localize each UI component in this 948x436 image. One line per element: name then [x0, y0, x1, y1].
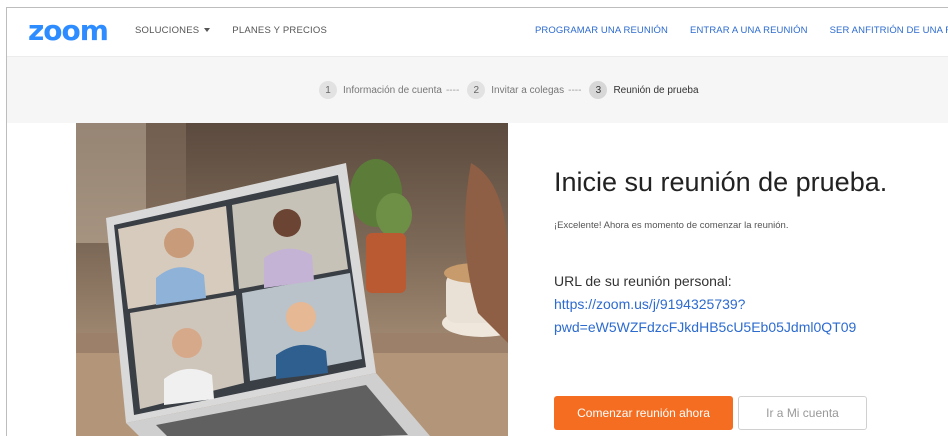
nav-solutions-label: SOLUCIONES: [135, 25, 200, 36]
step-separator: ----: [445, 84, 460, 96]
page-title: Inicie su reunión de prueba.: [554, 167, 888, 197]
browser-viewport: zoom SOLUCIONES PLANES Y PRECIOS PROGRAM…: [6, 7, 948, 436]
personal-meeting-url-label: URL de su reunión personal:: [554, 273, 732, 289]
laptop-illustration: [76, 123, 508, 436]
step-label: Información de cuenta: [343, 84, 442, 96]
chevron-down-icon: [204, 28, 211, 33]
zoom-logo[interactable]: zoom: [28, 15, 109, 47]
start-meeting-now-button[interactable]: Comenzar reunión ahora: [554, 396, 733, 430]
nav-solutions[interactable]: SOLUCIONES: [135, 25, 211, 36]
nav-plans-pricing[interactable]: PLANES Y PRECIOS: [232, 25, 327, 36]
hero-laptop-video-call-image: [76, 123, 508, 436]
signup-stepper: 1 Información de cuenta ---- 2 Invitar a…: [319, 81, 699, 99]
personal-meeting-url-link-line-1[interactable]: https://zoom.us/j/9194325739?: [554, 296, 745, 312]
secondary-nav: PROGRAMAR UNA REUNIÓN ENTRAR A UNA REUNI…: [535, 25, 948, 36]
step-label: Invitar a colegas: [491, 84, 565, 96]
nav-host-meeting[interactable]: SER ANFITRIÓN DE UNA REUNIÓN: [830, 25, 948, 36]
go-to-my-account-button[interactable]: Ir a Mi cuenta: [738, 396, 867, 430]
step-account-info: 1 Información de cuenta ----: [319, 81, 467, 99]
step-test-meeting: 3 Reunión de prueba: [589, 81, 699, 99]
personal-meeting-url-link-line-2[interactable]: pwd=eW5WZFdzcFJkdHB5cU5Eb05Jdml0QT09: [554, 319, 856, 335]
step-number: 1: [319, 81, 337, 99]
step-invite-colleagues: 2 Invitar a colegas ----: [467, 81, 589, 99]
step-separator: ----: [568, 84, 582, 96]
subtitle-text: ¡Excelente! Ahora es momento de comenzar…: [554, 220, 789, 231]
step-number: 2: [467, 81, 486, 99]
top-navigation: zoom SOLUCIONES PLANES Y PRECIOS PROGRAM…: [7, 8, 948, 57]
nav-schedule-meeting[interactable]: PROGRAMAR UNA REUNIÓN: [535, 25, 668, 36]
nav-join-meeting[interactable]: ENTRAR A UNA REUNIÓN: [690, 25, 808, 36]
test-meeting-panel: Inicie su reunión de prueba. ¡Excelente!…: [508, 123, 948, 436]
primary-nav: SOLUCIONES PLANES Y PRECIOS: [135, 25, 327, 36]
step-number: 3: [589, 81, 608, 99]
step-label: Reunión de prueba: [613, 84, 699, 96]
